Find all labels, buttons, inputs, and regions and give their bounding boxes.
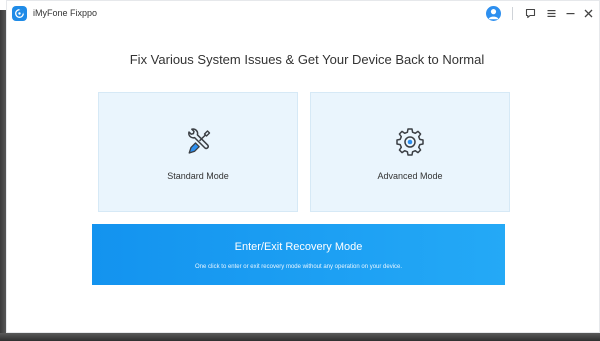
advanced-mode-card[interactable]: Advanced Mode [310,92,510,212]
recovery-mode-subtitle: One click to enter or exit recovery mode… [194,264,403,270]
recovery-mode-title: Enter/Exit Recovery Mode [234,241,363,253]
standard-mode-label: Standard Mode [167,171,229,181]
page-headline: Fix Various System Issues & Get Your Dev… [129,52,485,67]
title-bar: iMyFone Fixppo [7,1,599,27]
window-shadow-bottom [0,333,600,341]
standard-mode-card[interactable]: Standard Mode [98,92,298,212]
screenshot-frame: iMyFone Fixppo Fix Various System Issues… [0,0,600,341]
titlebar-divider [512,7,513,20]
feedback-icon[interactable] [523,5,537,22]
close-icon[interactable] [581,5,595,22]
app-title: iMyFone Fixppo [33,8,98,18]
minimize-icon[interactable] [563,5,577,22]
menu-icon[interactable] [544,5,558,22]
user-avatar-icon[interactable] [486,6,501,21]
wrench-screwdriver-icon [188,128,211,154]
app-logo-icon [12,6,27,21]
enter-exit-recovery-mode-button[interactable]: Enter/Exit Recovery Mode One click to en… [92,224,505,285]
advanced-mode-label: Advanced Mode [377,171,443,181]
gear-icon [396,128,424,156]
